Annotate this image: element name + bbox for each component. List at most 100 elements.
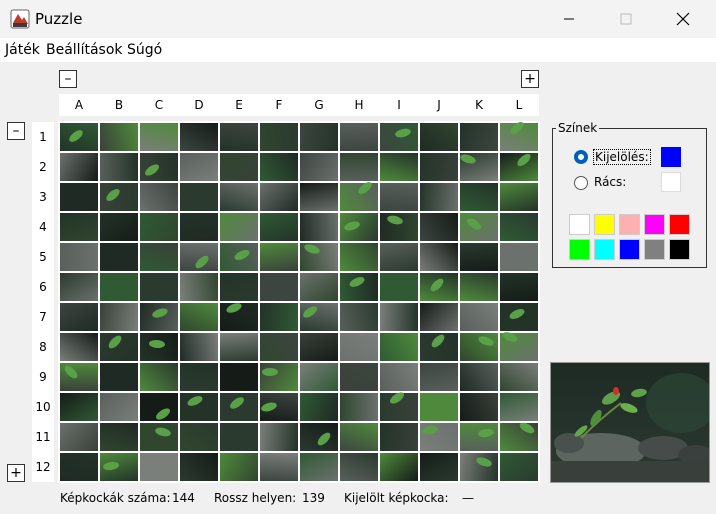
- puzzle-tile[interactable]: [340, 213, 378, 241]
- puzzle-tile[interactable]: [100, 153, 138, 181]
- puzzle-board[interactable]: [58, 119, 540, 483]
- puzzle-tile[interactable]: [460, 453, 498, 481]
- puzzle-tile[interactable]: [460, 393, 498, 421]
- puzzle-tile[interactable]: [220, 393, 258, 421]
- puzzle-tile[interactable]: [460, 183, 498, 211]
- puzzle-tile[interactable]: [100, 453, 138, 481]
- puzzle-tile[interactable]: [100, 213, 138, 241]
- puzzle-tile[interactable]: [340, 303, 378, 331]
- puzzle-tile[interactable]: [140, 273, 178, 301]
- puzzle-tile[interactable]: [60, 363, 98, 391]
- puzzle-tile[interactable]: [260, 303, 298, 331]
- palette-color-swatch[interactable]: [669, 239, 690, 260]
- row-add-button[interactable]: +: [7, 464, 25, 482]
- puzzle-tile[interactable]: [460, 273, 498, 301]
- puzzle-tile[interactable]: [380, 123, 418, 151]
- maximize-button[interactable]: [603, 0, 649, 38]
- puzzle-tile[interactable]: [340, 363, 378, 391]
- puzzle-tile[interactable]: [300, 183, 338, 211]
- puzzle-tile[interactable]: [500, 243, 538, 271]
- puzzle-tile[interactable]: [420, 153, 458, 181]
- puzzle-tile[interactable]: [460, 363, 498, 391]
- puzzle-tile[interactable]: [420, 453, 458, 481]
- puzzle-tile[interactable]: [300, 213, 338, 241]
- puzzle-tile[interactable]: [100, 123, 138, 151]
- puzzle-tile[interactable]: [140, 453, 178, 481]
- puzzle-tile[interactable]: [180, 333, 218, 361]
- puzzle-tile[interactable]: [140, 243, 178, 271]
- puzzle-tile[interactable]: [100, 333, 138, 361]
- puzzle-tile[interactable]: [100, 303, 138, 331]
- puzzle-tile[interactable]: [100, 273, 138, 301]
- puzzle-tile[interactable]: [220, 213, 258, 241]
- puzzle-tile[interactable]: [500, 393, 538, 421]
- puzzle-tile[interactable]: [420, 363, 458, 391]
- puzzle-tile[interactable]: [260, 453, 298, 481]
- grid-radio[interactable]: [574, 176, 588, 190]
- puzzle-tile[interactable]: [180, 393, 218, 421]
- puzzle-tile[interactable]: [180, 303, 218, 331]
- puzzle-tile[interactable]: [140, 333, 178, 361]
- puzzle-tile[interactable]: [300, 123, 338, 151]
- column-remove-button[interactable]: –: [59, 70, 77, 88]
- puzzle-tile[interactable]: [260, 273, 298, 301]
- puzzle-tile[interactable]: [180, 183, 218, 211]
- puzzle-tile[interactable]: [500, 119, 538, 151]
- puzzle-tile[interactable]: [500, 183, 538, 211]
- puzzle-tile[interactable]: [180, 153, 218, 181]
- palette-color-swatch[interactable]: [644, 214, 665, 235]
- puzzle-tile[interactable]: [340, 123, 378, 151]
- puzzle-tile[interactable]: [420, 273, 458, 301]
- menu-settings[interactable]: Beállítások: [46, 42, 123, 58]
- puzzle-tile[interactable]: [380, 333, 418, 361]
- puzzle-tile[interactable]: [500, 151, 538, 181]
- puzzle-tile[interactable]: [300, 303, 338, 331]
- puzzle-tile[interactable]: [180, 363, 218, 391]
- puzzle-tile[interactable]: [300, 242, 338, 271]
- puzzle-tile[interactable]: [420, 213, 458, 241]
- puzzle-tile[interactable]: [140, 363, 178, 391]
- puzzle-tile[interactable]: [340, 153, 378, 181]
- puzzle-tile[interactable]: [420, 303, 458, 331]
- puzzle-tile[interactable]: [380, 243, 418, 271]
- puzzle-tile[interactable]: [260, 153, 298, 181]
- selection-color-swatch[interactable]: [661, 147, 681, 167]
- puzzle-tile[interactable]: [340, 333, 378, 361]
- puzzle-tile[interactable]: [220, 123, 258, 151]
- puzzle-tile[interactable]: [500, 330, 538, 361]
- puzzle-tile[interactable]: [180, 213, 218, 241]
- puzzle-tile[interactable]: [180, 123, 218, 151]
- puzzle-tile[interactable]: [180, 273, 218, 301]
- puzzle-tile[interactable]: [460, 333, 498, 361]
- puzzle-tile[interactable]: [460, 243, 498, 271]
- puzzle-tile[interactable]: [220, 153, 258, 181]
- puzzle-tile[interactable]: [60, 153, 98, 181]
- puzzle-tile[interactable]: [300, 363, 338, 391]
- palette-color-swatch[interactable]: [619, 239, 640, 260]
- puzzle-tile[interactable]: [340, 243, 378, 271]
- puzzle-tile[interactable]: [300, 333, 338, 361]
- puzzle-tile[interactable]: [300, 153, 338, 181]
- puzzle-tile[interactable]: [300, 393, 338, 421]
- palette-color-swatch[interactable]: [644, 239, 665, 260]
- puzzle-tile[interactable]: [420, 183, 458, 211]
- puzzle-tile[interactable]: [380, 453, 418, 481]
- puzzle-tile[interactable]: [420, 243, 458, 271]
- puzzle-tile[interactable]: [260, 123, 298, 151]
- puzzle-tile[interactable]: [220, 243, 258, 271]
- puzzle-tile[interactable]: [260, 423, 298, 451]
- puzzle-tile[interactable]: [460, 213, 498, 241]
- puzzle-tile[interactable]: [140, 213, 178, 241]
- puzzle-tile[interactable]: [500, 303, 538, 331]
- puzzle-tile[interactable]: [260, 243, 298, 271]
- puzzle-tile[interactable]: [100, 183, 138, 211]
- puzzle-tile[interactable]: [140, 303, 178, 331]
- minimize-button[interactable]: [546, 0, 592, 38]
- grid-color-swatch[interactable]: [661, 172, 681, 192]
- puzzle-tile[interactable]: [500, 420, 538, 451]
- palette-color-swatch[interactable]: [569, 239, 590, 260]
- puzzle-tile[interactable]: [460, 303, 498, 331]
- puzzle-tile[interactable]: [140, 153, 178, 181]
- puzzle-tile[interactable]: [60, 393, 98, 421]
- puzzle-tile[interactable]: [220, 363, 258, 391]
